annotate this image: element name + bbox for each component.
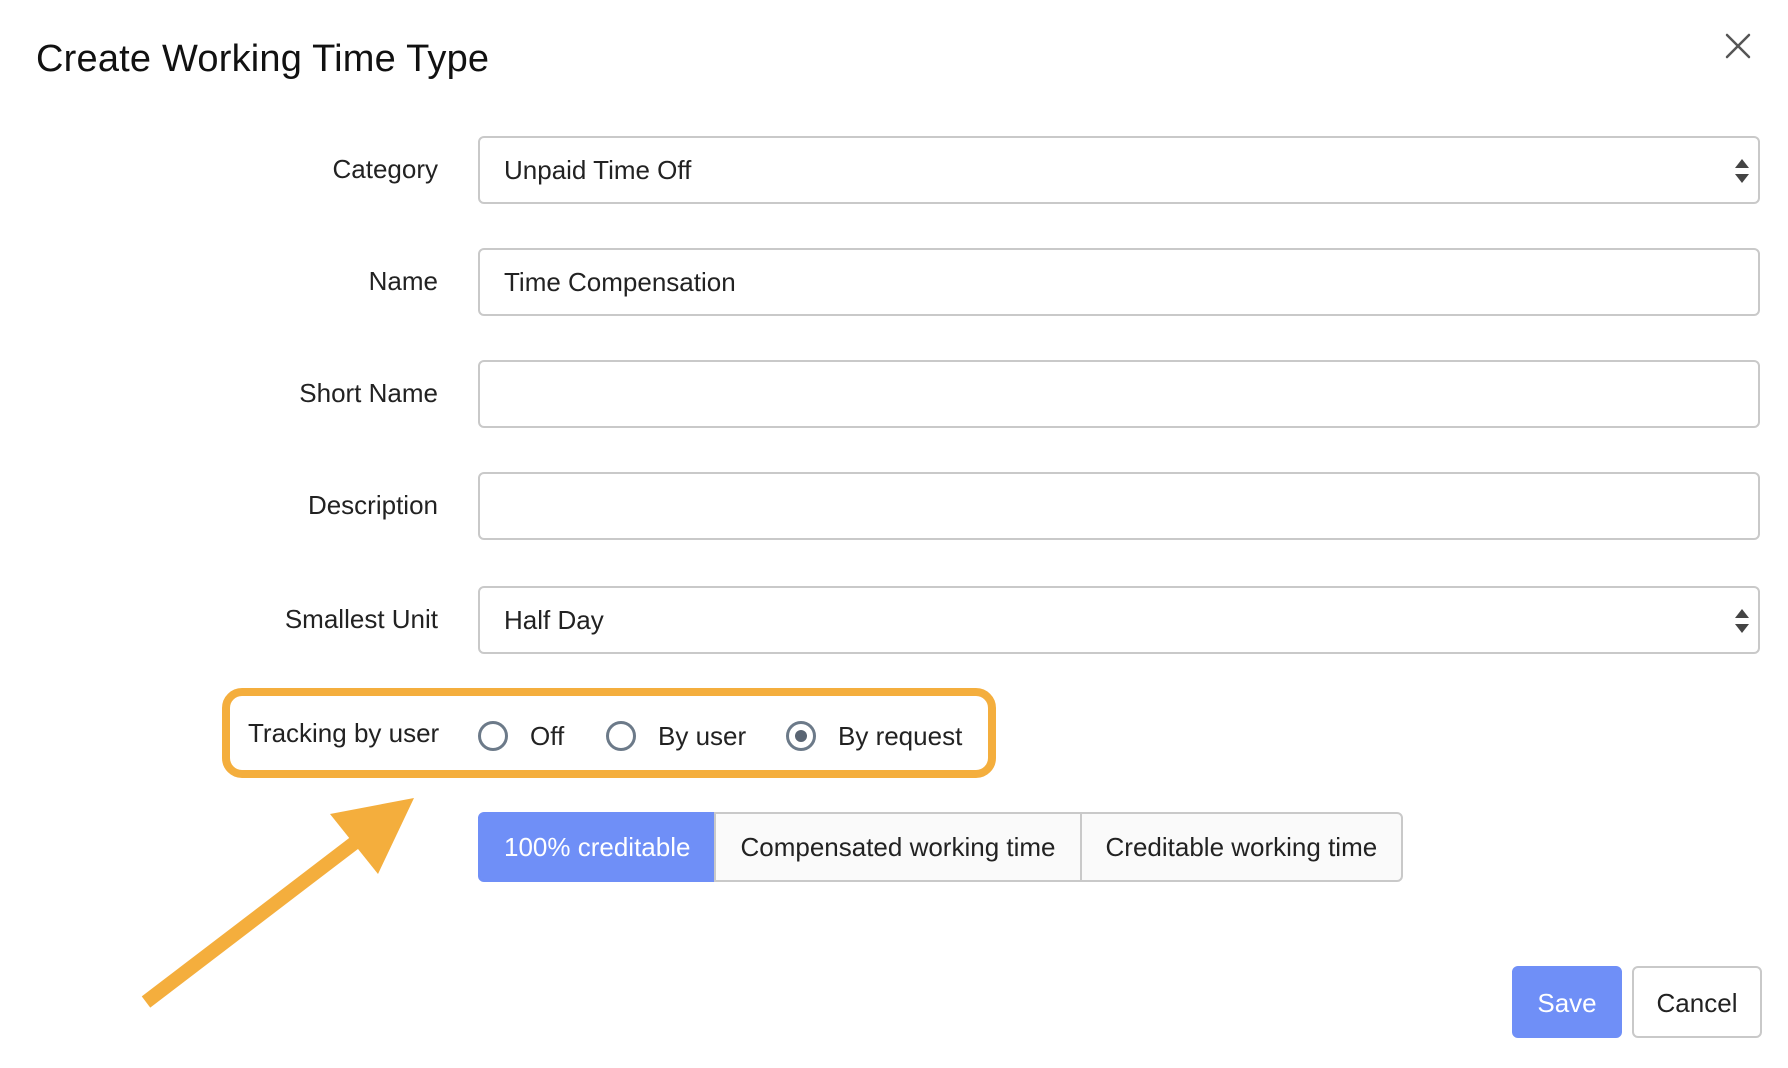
radio-by-user-label: By user (658, 720, 747, 751)
name-input[interactable] (478, 248, 1760, 316)
save-button[interactable]: Save (1512, 966, 1622, 1038)
description-label: Description (307, 490, 438, 520)
smallest-unit-select[interactable]: Half Day (478, 586, 1760, 654)
close-icon (1725, 33, 1751, 59)
close-button[interactable] (1720, 28, 1756, 64)
short-name-input[interactable] (478, 360, 1760, 428)
segment-creditable-working-time[interactable]: Creditable working time (1079, 812, 1404, 882)
radio-by-user-circle (606, 721, 636, 751)
arrow-up-right-icon (141, 798, 414, 1008)
cancel-button[interactable]: Cancel (1632, 966, 1762, 1038)
radio-off-circle (478, 721, 508, 751)
tracking-label: Tracking by user (248, 718, 440, 748)
short-name-label: Short Name (299, 378, 438, 408)
category-value: Unpaid Time Off (504, 155, 692, 185)
segment-100-creditable[interactable]: 100% creditable (478, 812, 717, 882)
credit-mode-segmented-control: 100% creditable Compensated working time… (478, 812, 1404, 882)
sort-arrows-icon (1734, 608, 1750, 634)
radio-by-request-label: By request (838, 720, 963, 751)
segment-compensated-working-time[interactable]: Compensated working time (714, 812, 1082, 882)
radio-off[interactable]: Off (478, 718, 564, 754)
smallest-unit-value: Half Day (504, 605, 604, 635)
radio-by-user[interactable]: By user (606, 718, 746, 754)
category-select[interactable]: Unpaid Time Off (478, 136, 1760, 204)
smallest-unit-label: Smallest Unit (284, 604, 438, 634)
category-label: Category (332, 154, 439, 184)
sort-arrows-icon (1734, 158, 1750, 184)
radio-by-request[interactable]: By request (786, 718, 962, 754)
radio-off-label: Off (530, 720, 565, 751)
dialog-title: Create Working Time Type (36, 38, 490, 80)
description-input[interactable] (478, 472, 1760, 540)
name-label: Name (368, 266, 438, 296)
radio-by-request-circle (786, 721, 816, 751)
